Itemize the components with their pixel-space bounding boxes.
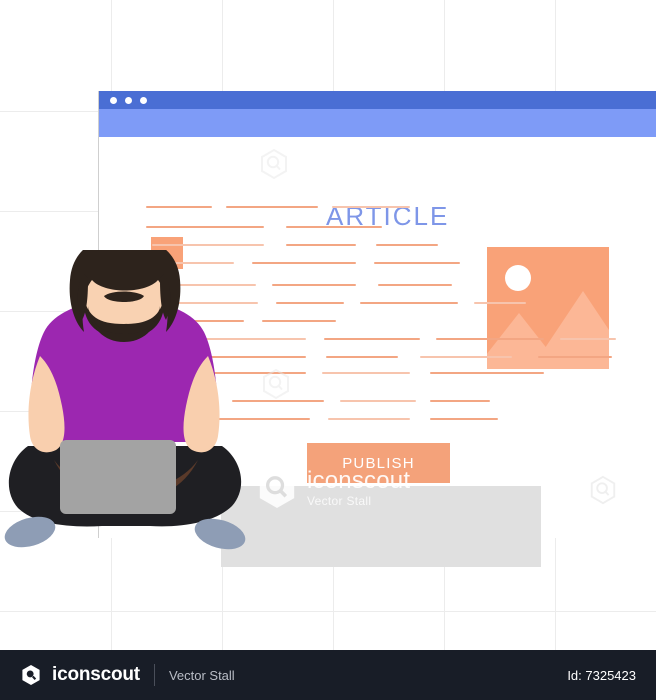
- browser-titlebar: [99, 91, 656, 109]
- illustration-canvas: ARTICLE PUBLISH iconscout Vector Stall i…: [0, 0, 656, 700]
- image-placeholder: [487, 247, 609, 369]
- article-text-line: [226, 206, 318, 208]
- article-text-line: [324, 338, 420, 340]
- footer-bar: iconscout Vector Stall Id: 7325423: [0, 650, 656, 700]
- window-dot-maximize-icon: [140, 96, 147, 104]
- hexagon-magnifier-icon: [22, 665, 40, 685]
- browser-toolbar-band: [99, 109, 656, 137]
- window-dot-close-icon: [110, 96, 117, 104]
- article-text-line: [276, 302, 344, 304]
- article-text-line: [328, 418, 410, 420]
- person-with-laptop-illustration: [4, 250, 246, 550]
- footer-asset-id: Id: 7325423: [567, 667, 636, 683]
- article-text-line: [286, 226, 382, 228]
- article-text-line: [376, 244, 438, 246]
- window-dot-minimize-icon: [125, 96, 132, 104]
- content-grey-panel: [221, 486, 541, 567]
- laptop-shape: [60, 440, 176, 514]
- article-text-line: [430, 372, 544, 374]
- article-text-line: [430, 400, 490, 402]
- article-text-line: [378, 284, 452, 286]
- hexagon-magnifier-icon: [261, 148, 287, 180]
- article-text-line: [252, 262, 356, 264]
- article-text-line: [538, 356, 612, 358]
- article-text-line: [474, 302, 526, 304]
- article-text-line: [430, 418, 498, 420]
- article-text-line: [360, 302, 458, 304]
- article-text-line: [340, 400, 416, 402]
- footer-vendor: Vector Stall: [168, 667, 235, 683]
- article-text-line: [152, 244, 264, 246]
- footer-branding: iconscout Vector Stall: [20, 664, 235, 686]
- footer-brand: iconscout: [52, 664, 140, 685]
- grid-line-horizontal: [0, 611, 656, 612]
- article-text-line: [374, 262, 460, 264]
- article-text-line: [420, 356, 512, 358]
- article-text-line: [146, 226, 264, 228]
- sun-icon: [505, 265, 531, 291]
- article-text-line: [436, 338, 544, 340]
- article-text-line: [326, 356, 398, 358]
- hexagon-magnifier-icon: [590, 475, 616, 505]
- publish-button[interactable]: PUBLISH: [307, 443, 450, 483]
- article-text-line: [332, 206, 410, 208]
- article-text-line: [560, 338, 616, 340]
- footer-divider: [153, 664, 155, 686]
- article-text-line: [262, 320, 336, 322]
- article-text-line: [286, 244, 356, 246]
- article-text-line: [322, 372, 410, 374]
- article-text-line: [272, 284, 356, 286]
- article-text-line: [146, 206, 212, 208]
